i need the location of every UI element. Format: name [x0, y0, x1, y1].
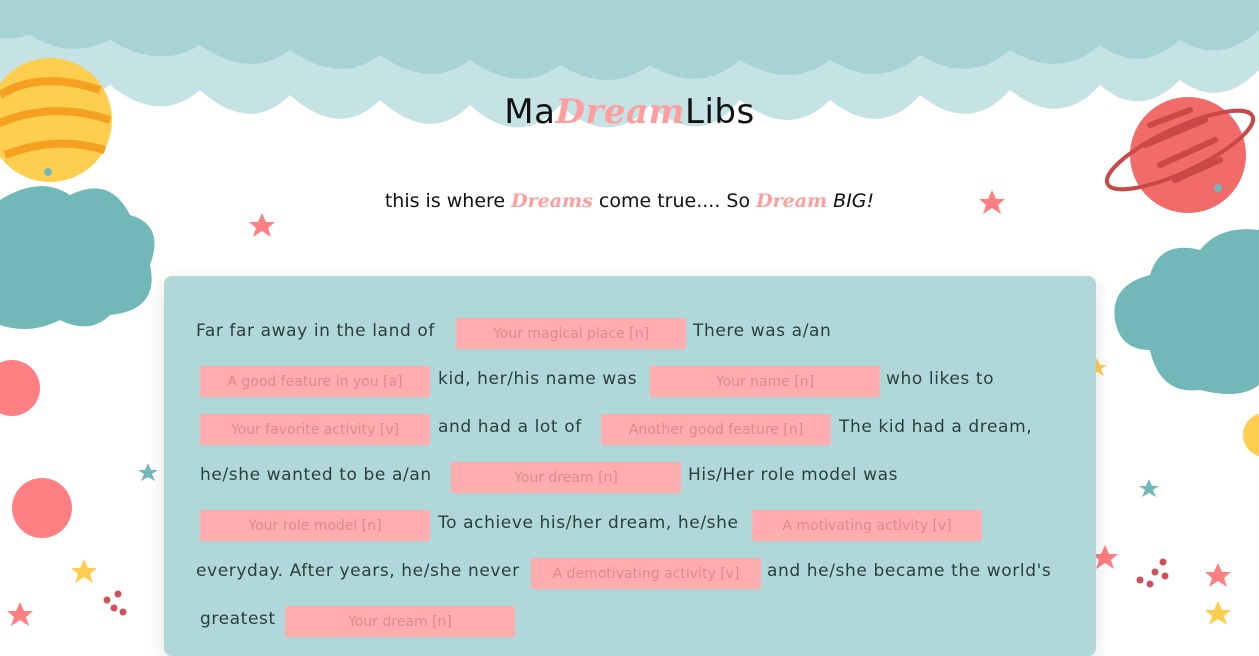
tagline-part2: come true.... So	[592, 190, 757, 212]
tagline: this is where Dreams come true.... So Dr…	[0, 190, 1259, 212]
role-model-input[interactable]	[200, 510, 430, 541]
name-input[interactable]	[650, 366, 880, 397]
tagline-part1: this is where	[384, 190, 512, 212]
story-text: and had a lot of	[438, 417, 582, 437]
story-text: everyday. After years, he/she never	[196, 561, 520, 581]
motivating-activity-input[interactable]	[752, 510, 982, 541]
tagline-dream: Dream	[756, 190, 828, 212]
right-cloud-icon	[1114, 229, 1259, 394]
yellow-circle-icon	[1243, 413, 1259, 457]
favorite-activity-input[interactable]	[200, 414, 430, 445]
story-text: greatest	[200, 609, 276, 629]
title-suffix: Libs	[685, 92, 755, 132]
dream-input-2[interactable]	[285, 606, 515, 637]
dream-input[interactable]	[451, 462, 681, 493]
title-prefix: Ma	[504, 92, 556, 132]
story-text: To achieve his/her dream, he/she	[438, 513, 739, 533]
another-feature-input[interactable]	[601, 414, 831, 445]
magical-place-input[interactable]	[456, 318, 686, 349]
title-dream: Dream	[555, 92, 686, 132]
page-title: MaDreamLibs	[0, 92, 1259, 132]
story-text: he/she wanted to be a/an	[200, 465, 432, 485]
story-text: There was a/an	[693, 321, 832, 341]
tagline-big: BIG!	[833, 190, 875, 212]
good-feature-input[interactable]	[200, 366, 430, 397]
pink-circle-icon	[0, 360, 40, 416]
tagline-dreams: Dreams	[511, 190, 593, 212]
story-text: His/Her role model was	[688, 465, 899, 485]
story-text: The kid had a dream,	[839, 417, 1033, 437]
story-text: Far far away in the land of	[196, 321, 435, 341]
story-text: kid, her/his name was	[438, 369, 638, 389]
story-text: and he/she became the world's	[767, 561, 1052, 581]
demotivating-activity-input[interactable]	[531, 558, 761, 589]
pink-circle-icon	[12, 478, 72, 538]
story-text: who likes to	[886, 369, 995, 389]
